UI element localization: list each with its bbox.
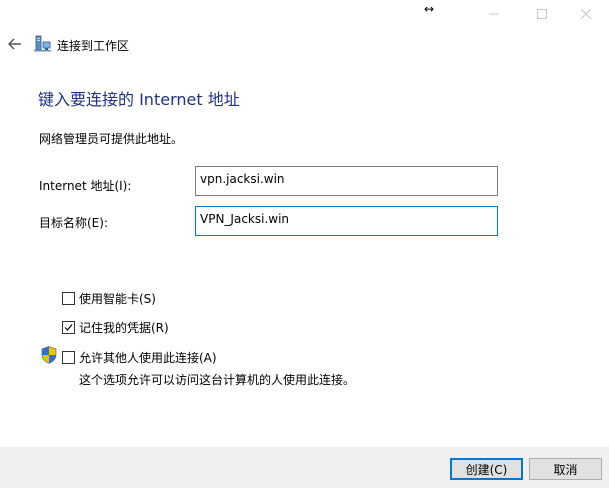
- back-button[interactable]: [6, 34, 24, 54]
- network-connection-icon: [34, 35, 51, 52]
- remember-credentials-label: 记住我的凭据(R): [79, 321, 169, 335]
- cancel-button[interactable]: 取消: [529, 458, 602, 480]
- remember-credentials-checkbox[interactable]: [62, 321, 75, 334]
- smart-card-option[interactable]: 使用智能卡(S): [62, 290, 156, 307]
- back-arrow-icon: [8, 38, 21, 50]
- close-icon: [581, 9, 591, 19]
- allow-others-label: 允许其他人使用此连接(A): [79, 351, 217, 365]
- smart-card-label: 使用智能卡(S): [79, 292, 156, 306]
- checkmark-icon: [64, 324, 73, 331]
- resize-cursor-icon: ↔: [424, 2, 435, 16]
- page-title: 键入要连接的 Internet 地址: [38, 90, 240, 109]
- create-button[interactable]: 创建(C): [450, 458, 523, 480]
- minimize-icon: [489, 13, 499, 15]
- close-button[interactable]: [563, 0, 609, 28]
- destination-name-label: 目标名称(E):: [39, 216, 108, 230]
- allow-others-checkbox[interactable]: [62, 351, 75, 364]
- info-text: 网络管理员可提供此地址。: [39, 132, 184, 146]
- minimize-button[interactable]: [471, 0, 517, 28]
- smart-card-checkbox[interactable]: [62, 292, 75, 305]
- allow-others-description: 这个选项允许可以访问这台计算机的人使用此连接。: [79, 373, 356, 387]
- internet-address-input[interactable]: vpn.jacksi.win: [195, 166, 498, 196]
- remember-credentials-option[interactable]: 记住我的凭据(R): [62, 319, 169, 336]
- allow-others-option[interactable]: 允许其他人使用此连接(A): [62, 349, 217, 366]
- maximize-button[interactable]: [519, 0, 565, 28]
- destination-name-input[interactable]: VPN_Jacksi.win: [195, 206, 498, 236]
- window-title: 连接到工作区: [57, 39, 130, 53]
- internet-address-label: Internet 地址(I):: [39, 179, 132, 193]
- maximize-icon: [537, 9, 547, 19]
- uac-shield-icon: [41, 346, 57, 364]
- footer-bar: 创建(C) 取消: [0, 447, 609, 488]
